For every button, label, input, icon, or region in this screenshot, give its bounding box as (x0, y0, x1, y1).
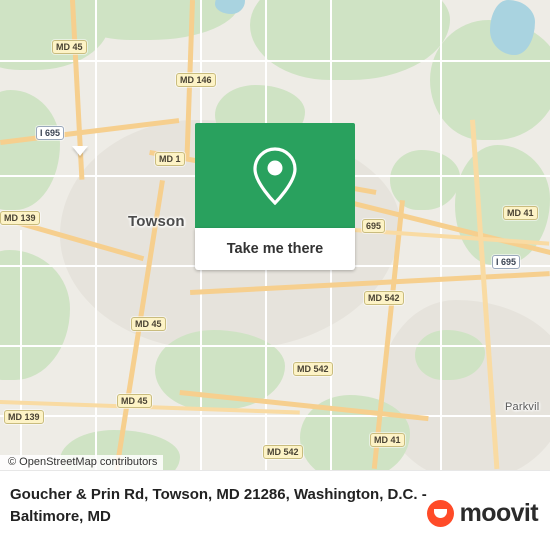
address-title: Goucher & Prin Rd, Towson, MD 21286, Was… (10, 486, 427, 525)
map-screenshot: Towson Parkvil MD 45 MD 146 I 695 MD 1 M… (0, 0, 550, 550)
road-shield-md41-lower: MD 41 (370, 433, 405, 447)
local-road (0, 415, 550, 417)
place-label-towson: Towson (128, 213, 185, 230)
map-pin-icon (195, 123, 355, 228)
road-shield-md146: MD 146 (176, 73, 216, 87)
map-canvas[interactable]: Towson Parkvil MD 45 MD 146 I 695 MD 1 M… (0, 0, 550, 470)
local-road (95, 0, 97, 470)
road-shield-md45-lower: MD 45 (117, 394, 152, 408)
popup-tail (72, 146, 88, 156)
road-shield-md542: MD 542 (364, 291, 404, 305)
moovit-wordmark: moovit (459, 499, 539, 527)
map-attribution: © OpenStreetMap contributors (0, 455, 164, 470)
park-area (0, 250, 70, 380)
place-label-parkville: Parkvil (505, 401, 540, 413)
local-road (0, 60, 550, 62)
park-area (0, 90, 60, 210)
road-shield-md41: MD 41 (503, 206, 538, 220)
take-me-there-button[interactable]: Take me there (195, 228, 355, 270)
moovit-logo: moovit (426, 499, 539, 528)
road-shield-md45: MD 45 (52, 40, 87, 54)
location-popup: Take me there (195, 123, 355, 270)
road-shield-i695-east: I 695 (492, 255, 521, 269)
park-area (250, 0, 450, 80)
local-road (20, 230, 22, 470)
road-shield-md1: MD 1 (155, 152, 185, 166)
local-road (0, 345, 550, 347)
road-shield-695: 695 (362, 219, 386, 233)
road-shield-md45-south: MD 45 (131, 317, 166, 331)
road-shield-md139-lower: MD 139 (4, 410, 44, 424)
road-shield-md542-mid: MD 542 (293, 362, 333, 376)
road-shield-md139: MD 139 (0, 211, 40, 225)
road-shield-md542-lower: MD 542 (263, 445, 303, 459)
footer-bar: Goucher & Prin Rd, Towson, MD 21286, Was… (0, 470, 550, 550)
popup-image-panel (195, 123, 355, 228)
road-shield-i695: I 695 (36, 126, 65, 140)
moovit-smile-icon (426, 500, 454, 527)
